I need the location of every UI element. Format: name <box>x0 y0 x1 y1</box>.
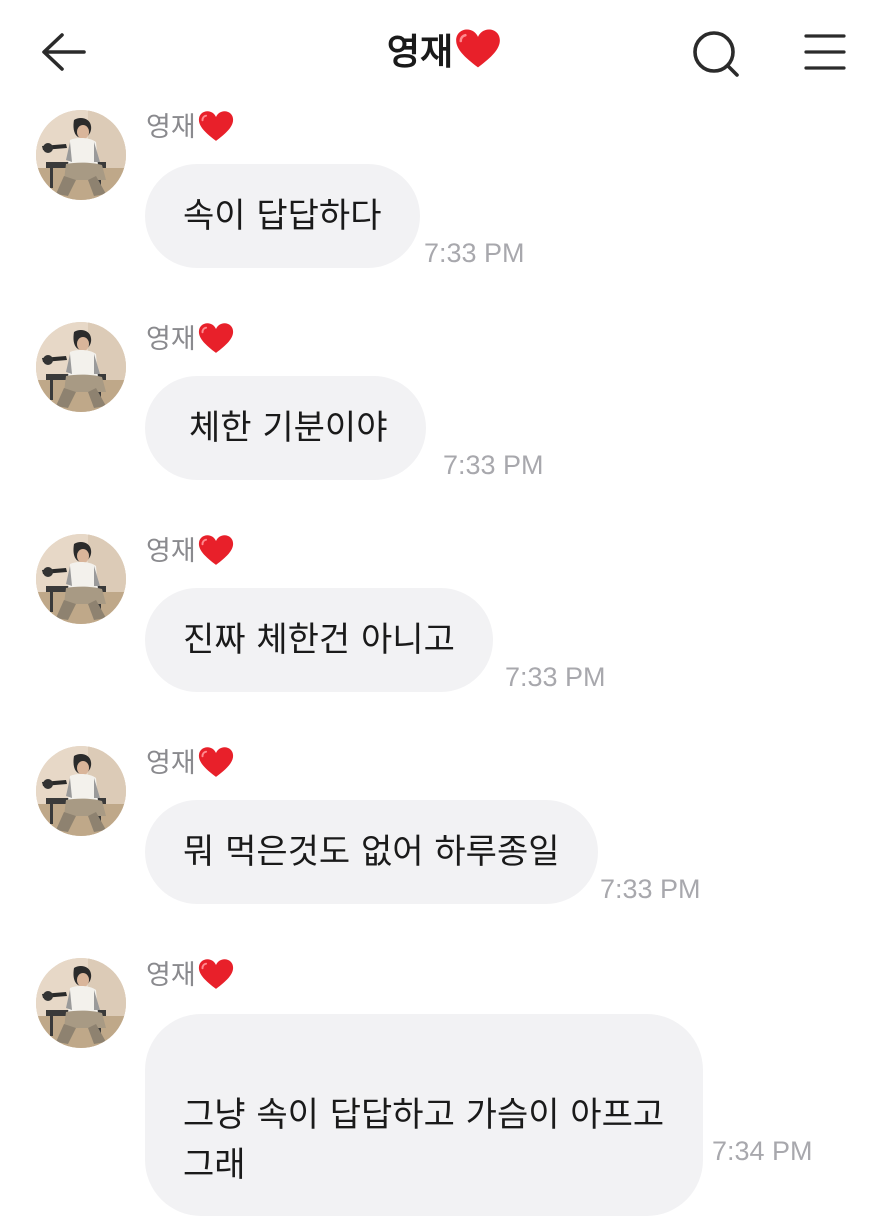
sender-name: 영재 <box>146 322 234 358</box>
sender-name-text: 영재 <box>146 748 196 779</box>
message-text: 체한 기분이야 <box>189 408 388 448</box>
sender-name-text: 영재 <box>146 536 196 567</box>
heart-icon <box>455 28 501 70</box>
message-bubble[interactable]: 진짜 체한건 아니고 <box>145 588 493 692</box>
profile-photo <box>36 746 126 836</box>
heart-icon <box>198 534 234 567</box>
sender-name: 영재 <box>146 958 234 994</box>
hamburger-menu-icon <box>804 34 846 70</box>
message-timestamp: 7:33 PM <box>505 662 606 692</box>
avatar[interactable] <box>36 534 126 624</box>
avatar[interactable] <box>36 322 126 412</box>
profile-photo <box>36 110 126 200</box>
menu-button[interactable] <box>802 30 848 74</box>
search-icon <box>693 31 739 77</box>
message-text: 진짜 체한건 아니고 <box>183 620 455 660</box>
message-bubble[interactable]: 그냥 속이 답답하고 가슴이 아프고 그래 <box>145 1014 703 1216</box>
chat-header: 영재 <box>0 0 888 105</box>
message-timestamp: 7:33 PM <box>424 238 525 268</box>
chat-title-text: 영재 <box>386 32 454 73</box>
sender-name: 영재 <box>146 110 234 146</box>
sender-name-text: 영재 <box>146 960 196 991</box>
message-bubble[interactable]: 속이 답답하다 <box>145 164 420 268</box>
sender-name-text: 영재 <box>146 112 196 143</box>
profile-photo <box>36 534 126 624</box>
message-timestamp: 7:34 PM <box>712 1136 813 1166</box>
profile-photo <box>36 958 126 1048</box>
heart-icon <box>198 110 234 143</box>
profile-photo <box>36 322 126 412</box>
heart-icon <box>198 958 234 991</box>
avatar[interactable] <box>36 958 126 1048</box>
avatar[interactable] <box>36 110 126 200</box>
sender-name-text: 영재 <box>146 324 196 355</box>
heart-icon <box>198 746 234 779</box>
message-text: 그냥 속이 답답하고 가슴이 아프고 그래 <box>183 1095 665 1185</box>
avatar[interactable] <box>36 746 126 836</box>
message-timestamp: 7:33 PM <box>600 874 701 904</box>
message-timestamp: 7:33 PM <box>443 450 544 480</box>
message-text: 뭐 먹은것도 없어 하루종일 <box>183 832 560 872</box>
search-button[interactable] <box>690 28 744 80</box>
message-bubble[interactable]: 체한 기분이야 <box>145 376 426 480</box>
heart-icon <box>198 322 234 355</box>
sender-name: 영재 <box>146 534 234 570</box>
message-text: 속이 답답하다 <box>183 196 382 236</box>
sender-name: 영재 <box>146 746 234 782</box>
message-bubble[interactable]: 뭐 먹은것도 없어 하루종일 <box>145 800 598 904</box>
chat-title: 영재 <box>0 28 888 77</box>
